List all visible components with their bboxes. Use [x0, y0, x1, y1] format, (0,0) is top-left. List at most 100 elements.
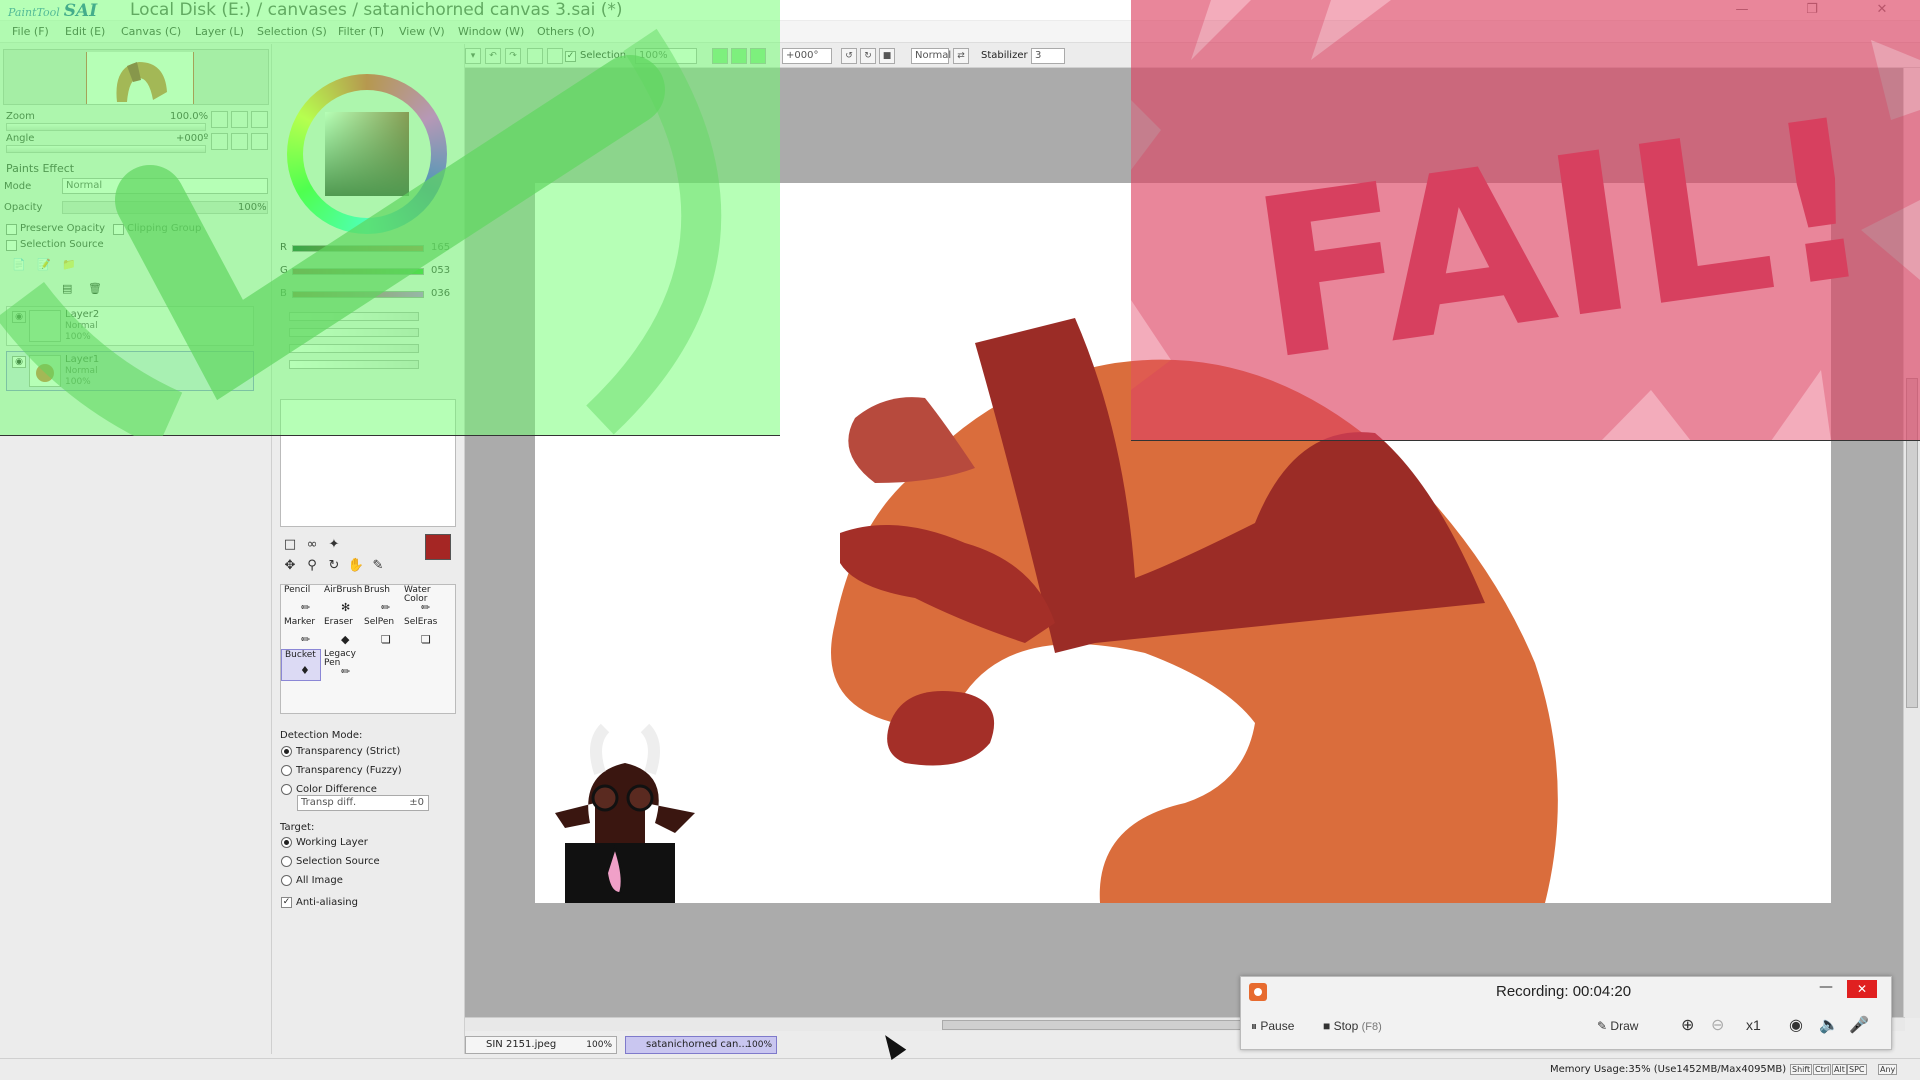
visibility-eye-icon[interactable]: ◉: [12, 311, 26, 323]
menu-others[interactable]: Others (O): [537, 25, 595, 38]
menu-file[interactable]: File (F): [12, 25, 49, 38]
hsv-color-wheel[interactable]: [287, 74, 447, 234]
recorder-close-button[interactable]: ✕: [1847, 980, 1877, 998]
rotate-reset-button[interactable]: [251, 133, 268, 150]
doc-tab-sin-2151[interactable]: SIN 2151.jpeg 100%: [465, 1036, 617, 1054]
menu-layer[interactable]: Layer (L): [195, 25, 244, 38]
tool-bucket[interactable]: Bucket ♦: [281, 649, 321, 681]
green-bar[interactable]: [292, 268, 424, 275]
gray-slider-3[interactable]: [289, 344, 419, 353]
draw-button[interactable]: ✎ Draw: [1597, 1019, 1638, 1033]
rotate-cw-icon[interactable]: ↻: [860, 48, 876, 64]
new-folder-icon[interactable]: 📁: [62, 258, 79, 275]
blue-slider-row[interactable]: B 036: [280, 288, 450, 302]
magic-wand-icon[interactable]: ✦: [325, 536, 343, 554]
move-icon[interactable]: ✥: [281, 557, 299, 575]
zoom-in-button[interactable]: [231, 111, 248, 128]
tool-legacy-pen[interactable]: Legacy Pen ✏: [321, 649, 361, 681]
menu-filter[interactable]: Filter (T): [338, 25, 384, 38]
tool-selpen[interactable]: SelPen ❏: [361, 617, 401, 649]
close-window-button[interactable]: ✕: [1864, 0, 1900, 20]
stabilizer-select[interactable]: 3: [1031, 48, 1065, 64]
green-slider-row[interactable]: G 053: [280, 265, 450, 279]
menu-canvas[interactable]: Canvas (C): [121, 25, 181, 38]
toolbar-menu-button[interactable]: ▾: [465, 48, 481, 64]
new-layer-icon[interactable]: 📄: [12, 258, 29, 275]
drawing-canvas[interactable]: [535, 183, 1831, 903]
selection-source-checkbox[interactable]: [6, 240, 17, 251]
saturation-value-square[interactable]: [325, 112, 409, 196]
gray-slider-2[interactable]: [289, 328, 419, 337]
zoom-tool-icon[interactable]: ⚲: [303, 557, 321, 575]
blue-bar[interactable]: [292, 291, 424, 298]
anti-aliasing-checkbox[interactable]: ✓: [281, 897, 292, 908]
deselect-icon[interactable]: [527, 48, 543, 64]
webcam-icon[interactable]: ◉: [1789, 1015, 1803, 1035]
zoom-reset-button[interactable]: [251, 111, 268, 128]
navigator-preview[interactable]: [3, 49, 269, 105]
rotate-right-button[interactable]: [231, 133, 248, 150]
clipping-group-checkbox[interactable]: [113, 224, 124, 235]
undo-icon[interactable]: ↶: [485, 48, 501, 64]
minimize-button[interactable]: —: [1724, 0, 1760, 20]
radio-transparency-strict[interactable]: [281, 746, 292, 757]
eyedropper-icon[interactable]: ✎: [369, 557, 387, 575]
paints-effect-header[interactable]: Paints Effect: [6, 162, 74, 175]
rect-select-icon[interactable]: □: [281, 536, 299, 554]
angle-slider[interactable]: [6, 145, 206, 153]
rotate-tool-icon[interactable]: ↻: [325, 557, 343, 575]
redo-icon[interactable]: ↷: [505, 48, 521, 64]
zoom-in-icon[interactable]: ⊕: [1681, 1015, 1694, 1035]
transp-diff-field[interactable]: Transp diff. ±0: [297, 795, 429, 811]
rotate-reset-icon[interactable]: ■: [879, 48, 895, 64]
hand-icon[interactable]: ✋: [347, 557, 365, 575]
radio-selection-source[interactable]: [281, 856, 292, 867]
visibility-eye-icon[interactable]: ◉: [12, 356, 26, 368]
tool-pencil[interactable]: Pencil ✏: [281, 585, 321, 617]
layer-row-layer1[interactable]: ◉ Layer1 Normal 100%: [6, 351, 254, 391]
flip-icon[interactable]: ⇄: [953, 48, 969, 64]
merge-layer-icon[interactable]: ▤: [62, 282, 79, 299]
speaker-icon[interactable]: 🔈: [1819, 1015, 1839, 1035]
red-bar[interactable]: [292, 245, 424, 252]
canvas-viewport[interactable]: [465, 68, 1905, 1020]
gray-slider-4[interactable]: [289, 360, 419, 369]
zoom-slider[interactable]: [6, 123, 206, 131]
menu-window[interactable]: Window (W): [458, 25, 524, 38]
red-slider-row[interactable]: R 165: [280, 242, 450, 256]
tool-eraser[interactable]: Eraser ◆: [321, 617, 361, 649]
delete-layer-icon[interactable]: 🗑: [88, 282, 105, 299]
microphone-icon[interactable]: 🎤: [1849, 1015, 1869, 1035]
tool-brush[interactable]: Brush ✏: [361, 585, 401, 617]
doc-tab-satanichorned[interactable]: satanichorned can... 100%: [625, 1036, 777, 1054]
tool-marker[interactable]: Marker ✏: [281, 617, 321, 649]
zoom-out-icon[interactable]: [712, 48, 728, 64]
selection-visible-checkbox[interactable]: ✓: [565, 51, 576, 62]
toolbar-angle-select[interactable]: +000°: [782, 48, 832, 64]
toolbar-zoom-select[interactable]: 100%: [635, 48, 697, 64]
tool-seleras[interactable]: SelEras ❏: [401, 617, 441, 649]
radio-all-image[interactable]: [281, 875, 292, 886]
menu-view[interactable]: View (V): [399, 25, 445, 38]
preserve-opacity-checkbox[interactable]: [6, 224, 17, 235]
tool-watercolor[interactable]: Water Color ✏: [401, 585, 441, 617]
vertical-scroll-thumb[interactable]: [1906, 378, 1918, 708]
tool-airbrush[interactable]: AirBrush ✻: [321, 585, 362, 617]
maximize-button[interactable]: ❐: [1794, 0, 1830, 20]
gray-slider-1[interactable]: [289, 312, 419, 321]
layer-row-layer2[interactable]: ◉ Layer2 Normal 100%: [6, 306, 254, 346]
zoom-out-button[interactable]: [211, 111, 228, 128]
mode-select[interactable]: Normal: [62, 178, 268, 194]
scratchpad[interactable]: [280, 399, 456, 527]
radio-working-layer[interactable]: [281, 837, 292, 848]
stop-button[interactable]: ■ Stop (F8): [1323, 1019, 1382, 1033]
vertical-scrollbar[interactable]: [1903, 68, 1920, 1018]
pause-button[interactable]: ⏸ Pause: [1251, 1019, 1294, 1034]
rotate-ccw-icon[interactable]: ↺: [841, 48, 857, 64]
radio-transparency-fuzzy[interactable]: [281, 765, 292, 776]
menu-selection[interactable]: Selection (S): [257, 25, 327, 38]
zoom-fit-icon[interactable]: [750, 48, 766, 64]
invert-selection-icon[interactable]: [547, 48, 563, 64]
zoom-out-icon[interactable]: ⊖: [1711, 1015, 1724, 1035]
new-linework-layer-icon[interactable]: 📝: [37, 258, 54, 275]
